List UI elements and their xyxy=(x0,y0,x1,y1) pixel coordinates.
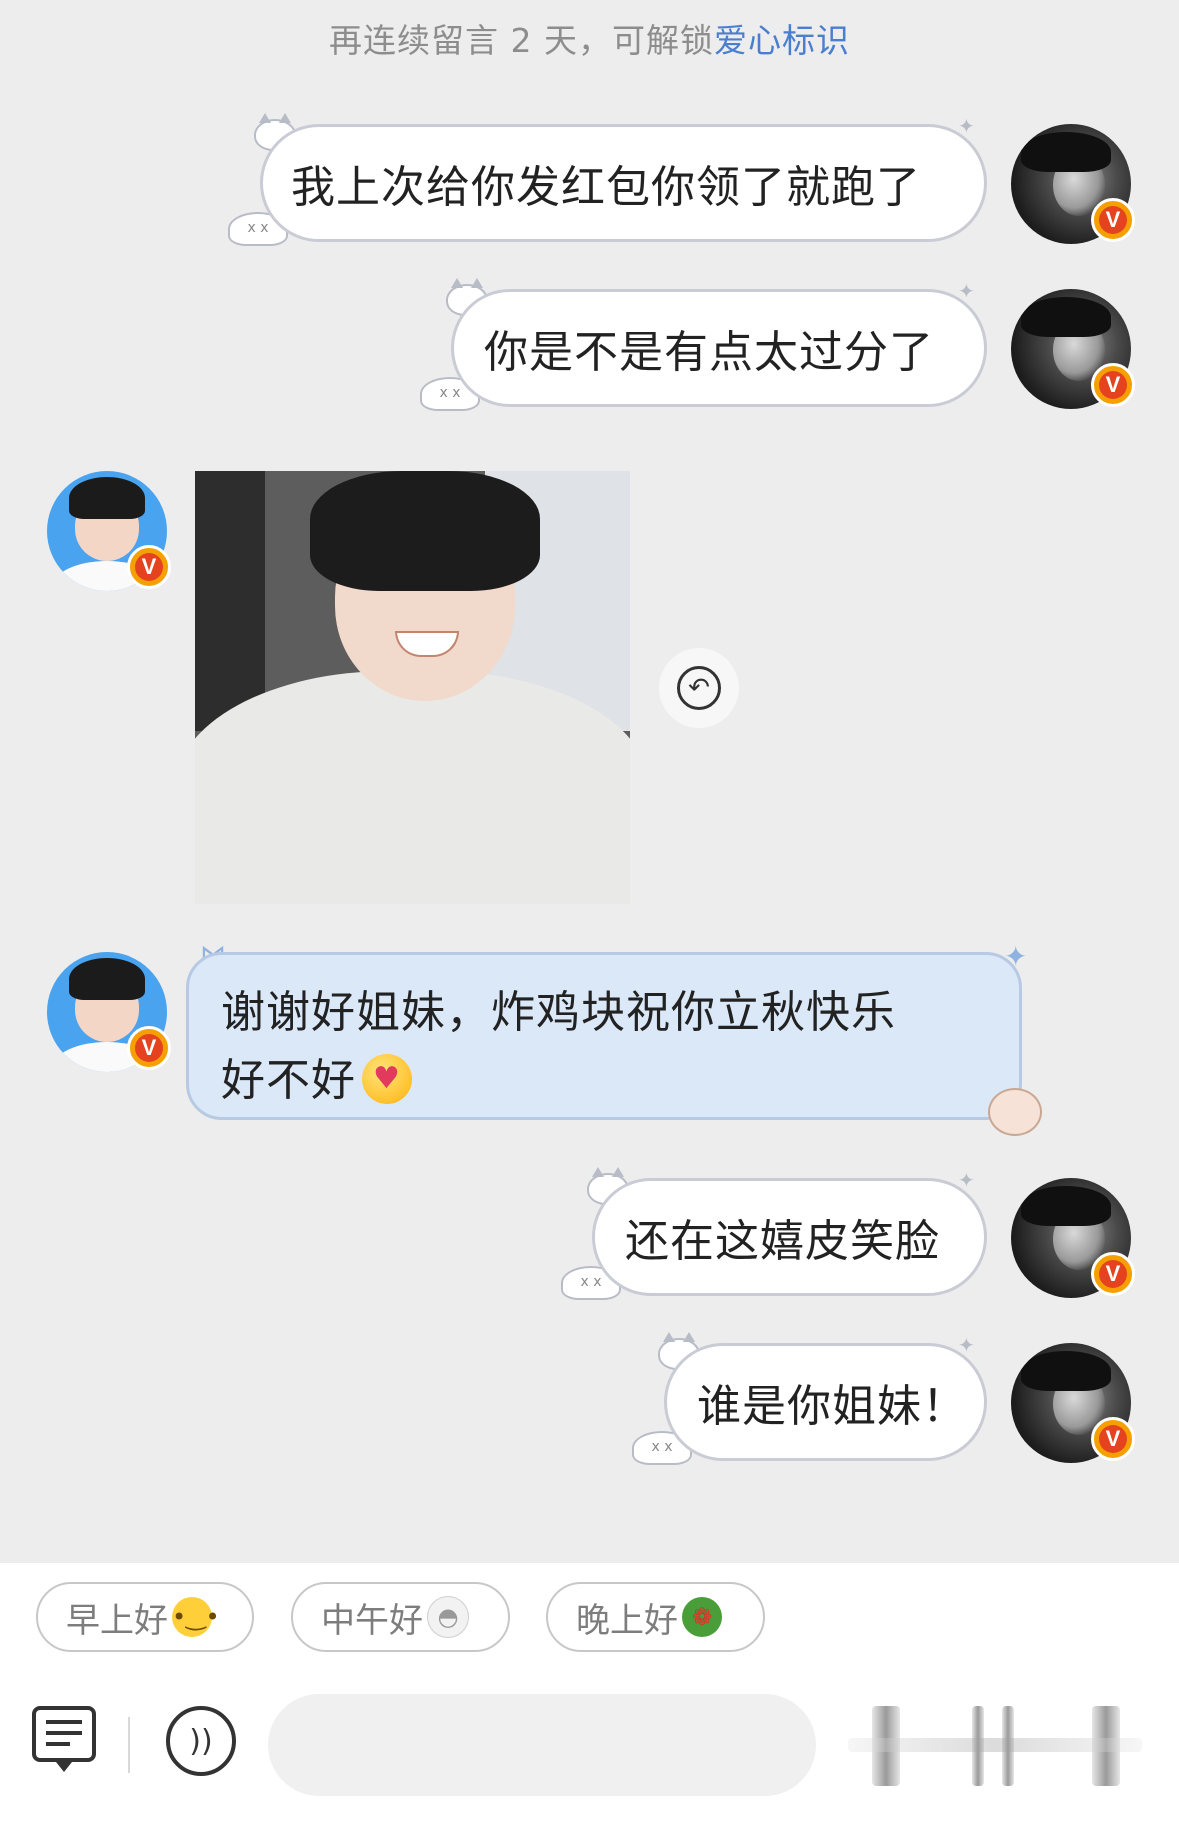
deer-decoration-icon xyxy=(988,1088,1042,1136)
message-bubble[interactable]: 谁是你姐妹！ xyxy=(664,1343,987,1461)
verified-badge-icon: V xyxy=(1091,1252,1135,1296)
message-text-line-2: 好不好 ♥ xyxy=(221,1047,987,1115)
message-bubble[interactable]: 我上次给你发红包你领了就跑了 xyxy=(260,124,987,242)
quick-reply-label: 晚上好 xyxy=(576,1600,678,1641)
verified-badge-icon: V xyxy=(1091,363,1135,407)
undo-arrow-icon: ↶ xyxy=(677,666,721,710)
message-text: 还在这嬉皮笑脸 xyxy=(625,1216,940,1267)
quote-reply-button[interactable]: ↶ xyxy=(659,648,739,728)
verified-badge-icon: V xyxy=(127,1026,171,1070)
contact-avatar[interactable]: V xyxy=(47,471,171,591)
message-text: 你是不是有点太过分了 xyxy=(484,327,934,378)
message-bubble[interactable]: 还在这嬉皮笑脸 xyxy=(592,1178,987,1296)
verified-badge-icon: V xyxy=(1091,1417,1135,1461)
quick-reply-noon[interactable]: 中午好 ◓ xyxy=(291,1582,510,1652)
message-text: 我上次给你发红包你领了就跑了 xyxy=(291,162,921,213)
image-message[interactable] xyxy=(195,471,630,904)
kissing-face-emoji: ♥ xyxy=(362,1054,412,1104)
message-text: 谁是你姐妹！ xyxy=(697,1381,967,1432)
verified-badge-icon: V xyxy=(127,545,171,589)
streak-notice-text: 再连续留言 2 天，可解锁 xyxy=(329,21,714,60)
message-bubble[interactable]: 你是不是有点太过分了 xyxy=(451,289,987,407)
my-avatar[interactable]: V xyxy=(1011,289,1135,409)
message-text-line-1: 谢谢好姐妹，炸鸡块祝你立秋快乐 xyxy=(221,987,896,1038)
quick-reply-label: 早上好 xyxy=(66,1600,168,1641)
my-avatar[interactable]: V xyxy=(1011,1178,1135,1298)
quick-reply-label: 中午好 xyxy=(321,1600,423,1641)
quick-reply-morning[interactable]: 早上好 •‿• xyxy=(36,1582,254,1652)
verified-badge-icon: V xyxy=(1091,198,1135,242)
contact-avatar[interactable]: V xyxy=(47,952,171,1072)
message-input[interactable] xyxy=(268,1694,816,1796)
neutral-face-emoji-icon: •‿• xyxy=(172,1597,220,1637)
my-avatar[interactable]: V xyxy=(1011,124,1135,244)
message-bubble[interactable]: 谢谢好姐妹，炸鸡块祝你立秋快乐 好不好 ♥ xyxy=(186,952,1022,1120)
streak-notice: 再连续留言 2 天，可解锁爱心标识 xyxy=(0,14,1179,62)
message-list-icon[interactable] xyxy=(32,1706,96,1772)
my-avatar[interactable]: V xyxy=(1011,1343,1135,1463)
salad-emoji-icon: ❁ xyxy=(682,1597,722,1637)
rice-bowl-emoji-icon: ◓ xyxy=(427,1596,469,1638)
voice-icon[interactable]: )) xyxy=(166,1706,236,1776)
heart-badge-link[interactable]: 爱心标识 xyxy=(714,21,850,60)
divider xyxy=(128,1717,130,1773)
quick-reply-evening[interactable]: 晚上好 ❁ xyxy=(546,1582,765,1652)
